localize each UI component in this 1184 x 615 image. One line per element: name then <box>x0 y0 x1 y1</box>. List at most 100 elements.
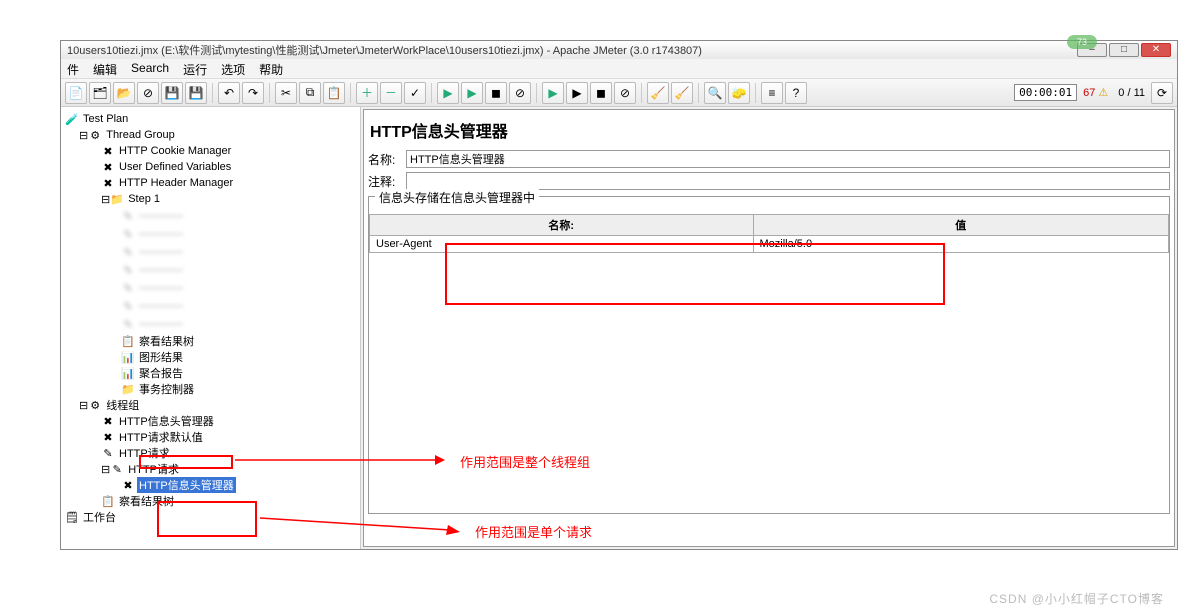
reset-search-button[interactable]: 🧽 <box>728 82 750 104</box>
cut-button[interactable]: ✂ <box>275 82 297 104</box>
toolbar: 📄 🗂 📂 ⊘ 💾 💾 ↶ ↷ ✂ ⧉ 📋 ＋ － ✓ ▶ ▶ ◼ ⊘ ▶ ▶ … <box>61 79 1177 107</box>
window-title: 10users10tiezi.jmx (E:\软件测试\mytesting\性能… <box>67 42 702 58</box>
expand-button[interactable]: ＋ <box>356 82 378 104</box>
gc-button[interactable]: ⟳ <box>1151 82 1173 104</box>
app-window: 10users10tiezi.jmx (E:\软件测试\mytesting\性能… <box>60 40 1178 550</box>
maximize-button[interactable]: □ <box>1109 43 1139 57</box>
menubar: 件 编辑 Search 运行 选项 帮助 <box>61 59 1177 79</box>
tree-blurred: ✎———— <box>61 315 360 333</box>
saveas-button[interactable]: 💾 <box>185 82 207 104</box>
listener-icon: 📋 <box>101 494 115 508</box>
test-plan-tree[interactable]: 🧪Test Plan ⊟⚙Thread Group ✖HTTP Cookie M… <box>61 107 361 549</box>
undo-button[interactable]: ↶ <box>218 82 240 104</box>
annotation-text-2: 作用范围是单个请求 <box>475 522 592 541</box>
tree-blurred: ✎———— <box>61 225 360 243</box>
close-button[interactable]: ✕ <box>1141 43 1171 57</box>
headers-table[interactable]: 名称: 值 User-Agent Mozilla/5.0 <box>369 214 1169 253</box>
cell-name[interactable]: User-Agent <box>370 236 754 253</box>
workbench-icon: 🗒 <box>65 510 79 524</box>
config-icon: ✖ <box>101 144 115 158</box>
remote-start-button[interactable]: ▶ <box>542 82 564 104</box>
help-button[interactable]: ? <box>785 82 807 104</box>
menu-file[interactable]: 件 <box>67 61 79 76</box>
config-icon: ✖ <box>101 176 115 190</box>
col-name: 名称: <box>370 215 754 236</box>
controller-icon: 📁 <box>121 382 135 396</box>
remote-shutdown-button[interactable]: ⊘ <box>614 82 636 104</box>
col-value: 值 <box>753 215 1168 236</box>
tree-viewresults2[interactable]: 📋察看结果树 <box>61 493 360 509</box>
tree-request2[interactable]: ⊟✎HTTP请求 <box>61 461 360 477</box>
menu-edit[interactable]: 编辑 <box>93 61 117 76</box>
menu-options[interactable]: 选项 <box>221 61 245 76</box>
tree-blurred: ✎———— <box>61 207 360 225</box>
name-input[interactable] <box>406 150 1170 168</box>
tree-udv[interactable]: ✖User Defined Variables <box>61 159 360 175</box>
copy-button[interactable]: ⧉ <box>299 82 321 104</box>
tree-threadgroup2[interactable]: ⊟⚙线程组 <box>61 397 360 413</box>
tree-graph[interactable]: 📊图形结果 <box>61 349 360 365</box>
table-row[interactable]: User-Agent Mozilla/5.0 <box>370 236 1169 253</box>
tree-header[interactable]: ✖HTTP Header Manager <box>61 175 360 191</box>
clear-button[interactable]: 🧹 <box>647 82 669 104</box>
search-button[interactable]: 🔍 <box>704 82 726 104</box>
listener-icon: 📊 <box>121 350 135 364</box>
tree-workbench[interactable]: 🗒工作台 <box>61 509 360 525</box>
shutdown-button[interactable]: ⊘ <box>509 82 531 104</box>
thread-count: 0 / 11 <box>1118 87 1145 99</box>
templates-button[interactable]: 🗂 <box>89 82 111 104</box>
tree-blurred: ✎———— <box>61 261 360 279</box>
elapsed-timer: 00:00:01 <box>1014 84 1077 101</box>
listener-icon: 📋 <box>121 334 135 348</box>
controller-icon: 📁 <box>110 192 124 206</box>
tree-request1[interactable]: ✎HTTP请求 <box>61 445 360 461</box>
stop-button[interactable]: ◼ <box>485 82 507 104</box>
start-button[interactable]: ▶ <box>437 82 459 104</box>
open-button[interactable]: 📂 <box>113 82 135 104</box>
config-icon: ✖ <box>101 430 115 444</box>
remote-start-all-button[interactable]: ▶ <box>566 82 588 104</box>
threadgroup-icon: ⚙ <box>88 128 102 142</box>
tree-blurred: ✎———— <box>61 297 360 315</box>
menu-search[interactable]: Search <box>131 61 169 76</box>
panel-title: HTTP信息头管理器 <box>368 114 1170 150</box>
start-notimers-button[interactable]: ▶ <box>461 82 483 104</box>
collapse-button[interactable]: － <box>380 82 402 104</box>
tree-cookie[interactable]: ✖HTTP Cookie Manager <box>61 143 360 159</box>
close-button-tb[interactable]: ⊘ <box>137 82 159 104</box>
fieldset-title: 信息头存储在信息头管理器中 <box>375 189 539 206</box>
config-icon: ✖ <box>101 414 115 428</box>
menu-help[interactable]: 帮助 <box>259 61 283 76</box>
cell-value[interactable]: Mozilla/5.0 <box>753 236 1168 253</box>
function-helper-button[interactable]: ≡ <box>761 82 783 104</box>
tree-viewresults[interactable]: 📋察看结果树 <box>61 333 360 349</box>
remote-stop-button[interactable]: ◼ <box>590 82 612 104</box>
save-button[interactable]: 💾 <box>161 82 183 104</box>
tree-header-manager[interactable]: ✖HTTP信息头管理器 <box>61 413 360 429</box>
config-icon: ✖ <box>121 478 135 492</box>
tree-threadgroup1[interactable]: ⊟⚙Thread Group <box>61 127 360 143</box>
main-panel: HTTP信息头管理器 名称: 注释: 信息头存储在信息头管理器中 名称: 值 U… <box>363 109 1175 547</box>
sampler-icon: ✎ <box>101 446 115 460</box>
tree-step1[interactable]: ⊟📁Step 1 <box>61 191 360 207</box>
tree-txcontroller[interactable]: 📁事务控制器 <box>61 381 360 397</box>
threadgroup-icon: ⚙ <box>88 398 102 412</box>
new-button[interactable]: 📄 <box>65 82 87 104</box>
tree-header-manager2[interactable]: ✖HTTP信息头管理器 <box>61 477 360 493</box>
paste-button[interactable]: 📋 <box>323 82 345 104</box>
toggle-button[interactable]: ✓ <box>404 82 426 104</box>
comment-input[interactable] <box>406 172 1170 190</box>
tree-request-defaults[interactable]: ✖HTTP请求默认值 <box>61 429 360 445</box>
menu-run[interactable]: 运行 <box>183 61 207 76</box>
clear-all-button[interactable]: 🧹 <box>671 82 693 104</box>
listener-icon: 📊 <box>121 366 135 380</box>
config-icon: ✖ <box>101 160 115 174</box>
tree-aggregate[interactable]: 📊聚合报告 <box>61 365 360 381</box>
tree-root[interactable]: 🧪Test Plan <box>61 111 360 127</box>
comment-label: 注释: <box>368 173 406 190</box>
redo-button[interactable]: ↷ <box>242 82 264 104</box>
tree-blurred: ✎———— <box>61 279 360 297</box>
name-label: 名称: <box>368 151 406 168</box>
testplan-icon: 🧪 <box>65 112 79 126</box>
annotation-text-1: 作用范围是整个线程组 <box>460 452 590 471</box>
